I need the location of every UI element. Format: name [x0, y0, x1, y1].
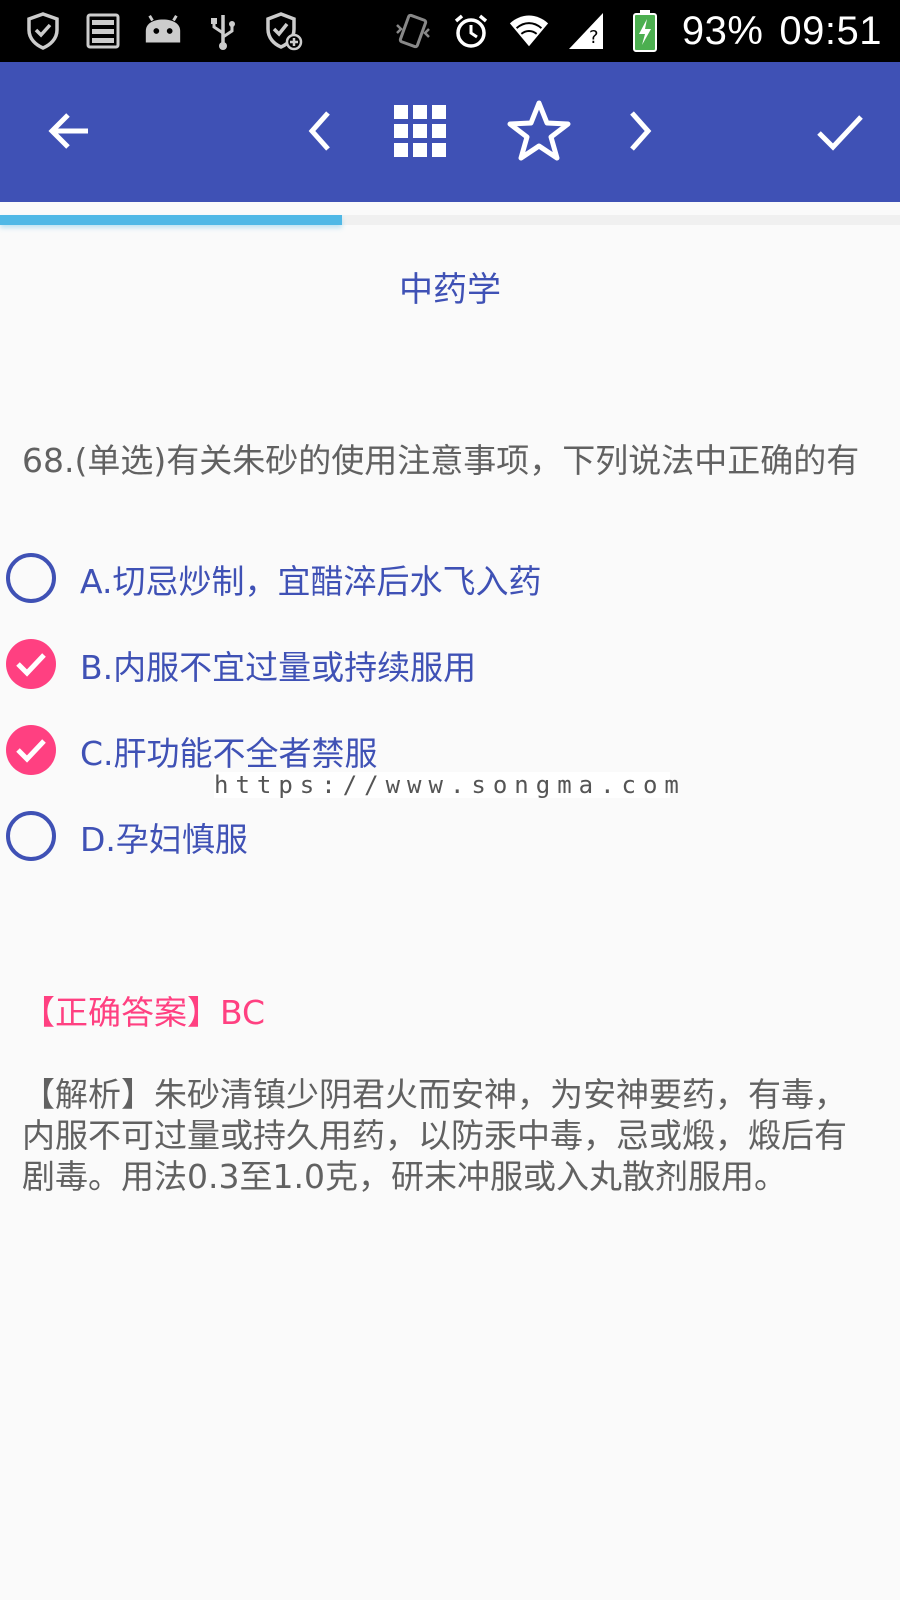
- svg-text:?: ?: [589, 27, 599, 48]
- previous-icon: [308, 111, 330, 151]
- checkmark-circle-icon[interactable]: [6, 639, 56, 689]
- progress-bar: [0, 215, 900, 225]
- analysis-text: 【解析】朱砂清镇少阴君火而安神，为安神要药，有毒，内服不可过量或持久用药，以防汞…: [22, 1075, 847, 1196]
- option-label: D.孕妇慎服: [80, 820, 248, 859]
- option-b[interactable]: B.内服不宜过量或持续服用: [0, 629, 900, 699]
- subject-title: 中药学: [399, 270, 501, 310]
- back-arrow-icon: [48, 113, 88, 149]
- sim-signal-icon: ?: [566, 10, 608, 52]
- radio-unchecked-icon[interactable]: [6, 811, 56, 861]
- next-icon: [630, 111, 652, 151]
- battery-percent: 93%: [681, 8, 764, 53]
- vibrate-icon: [392, 10, 434, 52]
- option-a[interactable]: A.切忌炒制，宜醋淬后水飞入药: [0, 543, 900, 613]
- question-grid-button[interactable]: [375, 86, 465, 176]
- clock: 09:51: [779, 8, 882, 53]
- android-icon: [142, 10, 184, 52]
- question-text: 68.(单选)有关朱砂的使用注意事项，下列说法中正确的有: [22, 441, 860, 480]
- checkmark-circle-icon[interactable]: [6, 725, 56, 775]
- usb-icon: [202, 10, 244, 52]
- watermark: https://www.songma.com: [214, 771, 686, 799]
- status-bar: ? 93% 09:51: [0, 0, 900, 62]
- toolbar: [0, 62, 900, 202]
- option-label: C.肝功能不全者禁服: [80, 734, 378, 773]
- alarm-icon: [450, 10, 492, 52]
- option-d[interactable]: D.孕妇慎服: [0, 801, 900, 871]
- correct-answer: 【正确答案】BC: [22, 993, 266, 1032]
- option-label: A.切忌炒制，宜醋淬后水飞入药: [80, 562, 542, 601]
- battery-charging-icon: [624, 10, 666, 52]
- check-icon: [817, 115, 863, 151]
- submit-button[interactable]: [795, 86, 885, 176]
- shield-add-icon: [262, 10, 304, 52]
- shield-check-icon: [22, 10, 64, 52]
- storage-icon: [82, 10, 124, 52]
- next-question-button[interactable]: [595, 86, 685, 176]
- star-icon: [507, 100, 571, 161]
- wifi-icon: [508, 10, 550, 52]
- back-button[interactable]: [25, 86, 115, 176]
- grid-icon: [394, 105, 446, 157]
- progress-fill: [0, 215, 342, 225]
- previous-question-button[interactable]: [275, 86, 365, 176]
- option-label: B.内服不宜过量或持续服用: [80, 648, 477, 687]
- radio-unchecked-icon[interactable]: [6, 553, 56, 603]
- favorite-button[interactable]: [494, 86, 584, 176]
